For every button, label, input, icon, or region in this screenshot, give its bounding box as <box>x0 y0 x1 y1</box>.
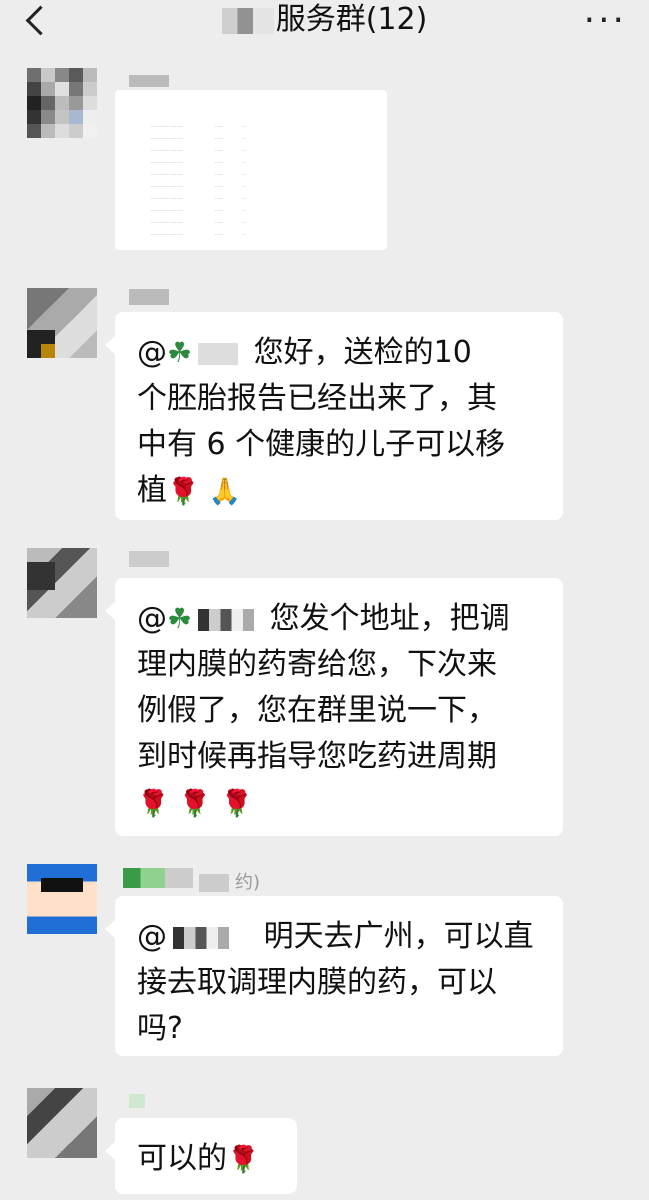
avatar[interactable] <box>27 1088 97 1158</box>
avatar[interactable] <box>27 288 97 358</box>
message-2: @☘ 您好，送检的10 个胚胎报告已经出来了，其 中有 6 个健康的儿子可以移 … <box>0 288 649 528</box>
blurred-name <box>198 342 239 365</box>
avatar[interactable] <box>27 864 97 934</box>
rose-icon: 🌹 <box>227 1145 260 1175</box>
message-1: ···················· ····· ·· ············… <box>0 68 649 258</box>
mention: @ <box>137 335 167 370</box>
text-line: 明天去广州，可以直 <box>263 919 534 954</box>
sender-nickname <box>123 548 175 568</box>
blurred-name <box>198 608 255 631</box>
text-line: 您好，送检的10 <box>253 335 472 370</box>
text-line: 您发个地址，把调 <box>269 601 510 636</box>
sender-nickname: 约) <box>123 868 260 893</box>
text-line: 可以的 <box>137 1141 227 1176</box>
rose-icon: 🌹 <box>167 477 200 507</box>
text-line: 理内膜的药寄给您，下次来 <box>137 647 497 682</box>
text-line: 例假了，您在群里说一下， <box>137 693 497 728</box>
message-bubble[interactable]: 可以的🌹 <box>105 1118 297 1194</box>
mention: @ <box>137 601 167 636</box>
chat-header: 服务群(12) ··· <box>0 0 649 60</box>
clover-icon: ☘ <box>167 602 193 635</box>
document-image[interactable]: ···················· ····· ·· ············… <box>115 90 387 250</box>
text-line: 个胚胎报告已经出来了，其 <box>137 381 497 416</box>
blurred-group-name <box>221 7 274 34</box>
text-line: 吗? <box>137 1011 183 1046</box>
avatar[interactable] <box>27 68 97 138</box>
rose-icon: 🌹 <box>220 789 254 819</box>
message-4: 约) @ 明天去广州，可以直 接去取调理内膜的药，可以 吗? <box>0 864 649 1064</box>
message-3: @☘ 您发个地址，把调 理内膜的药寄给您，下次来 例假了，您在群里说一下， 到时… <box>0 548 649 838</box>
nickname-suffix: 约) <box>235 872 261 893</box>
chat-title: 服务群(12) <box>0 2 649 38</box>
blurred-name <box>173 926 229 949</box>
message-bubble[interactable]: @ 明天去广州，可以直 接去取调理内膜的药，可以 吗? <box>105 896 563 1056</box>
text-line: 植 <box>137 473 167 508</box>
text-line: 中有 6 个健康的儿子可以移 <box>137 427 506 462</box>
mention: @ <box>137 919 167 954</box>
text-line: 接去取调理内膜的药，可以 <box>137 965 497 1000</box>
text-line: 到时候再指导您吃药进周期 <box>137 739 497 774</box>
message-5: 可以的🌹 <box>0 1088 649 1198</box>
message-bubble[interactable]: @☘ 您好，送检的10 个胚胎报告已经出来了，其 中有 6 个健康的儿子可以移 … <box>105 312 563 520</box>
group-title-text: 服务群(12) <box>275 2 428 37</box>
avatar[interactable] <box>27 548 97 618</box>
rose-icon: 🌹 <box>137 789 170 819</box>
rose-icon: 🌹 <box>178 789 212 819</box>
sender-nickname <box>123 70 175 90</box>
more-icon[interactable]: ··· <box>584 0 627 41</box>
clover-icon: ☘ <box>167 336 193 369</box>
sender-nickname <box>123 286 175 306</box>
pray-icon: 🙏 <box>208 477 242 507</box>
sender-nickname <box>123 1090 151 1110</box>
message-bubble[interactable]: @☘ 您发个地址，把调 理内膜的药寄给您，下次来 例假了，您在群里说一下， 到时… <box>105 578 563 836</box>
